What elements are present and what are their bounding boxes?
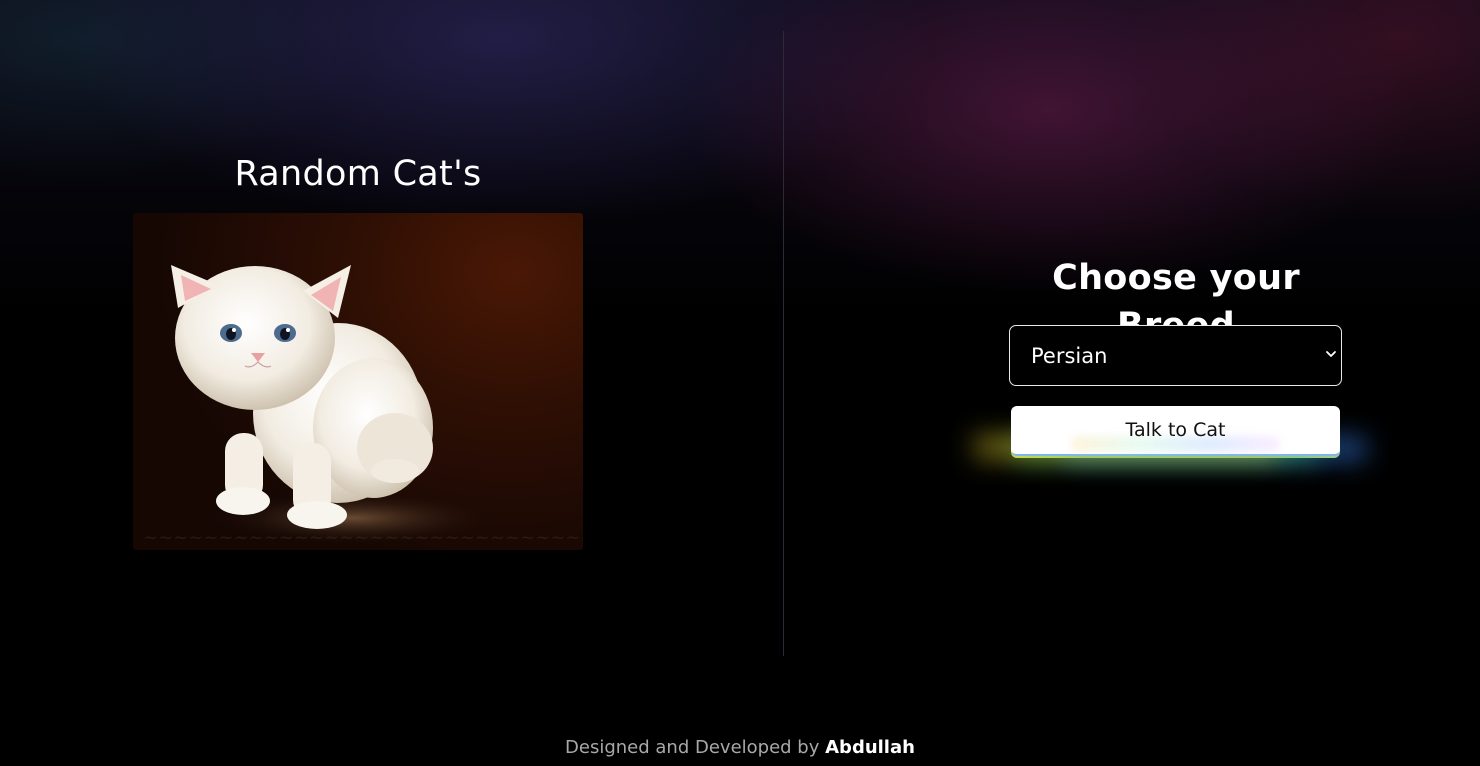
breed-select-value: Persian: [1031, 344, 1108, 368]
kitten-illustration: ~~~~~~~~~~~~~~~~~~~~~~~~~~~~~~~~~~: [143, 265, 583, 548]
breed-panel: Choose your Breed Persian Talk to Cat: [1000, 254, 1352, 456]
talk-to-cat-button[interactable]: Talk to Cat: [1011, 406, 1340, 456]
svg-text:~~~~~~~~~~~~~~~~~~~~~~~~~~~~~~: ~~~~~~~~~~~~~~~~~~~~~~~~~~~~~~~~~~: [143, 527, 583, 548]
breed-select[interactable]: Persian: [1009, 325, 1342, 386]
random-cat-title: Random Cat's: [234, 154, 482, 194]
footer-author: Abdullah: [825, 737, 915, 758]
footer: Designed and Developed by Abdullah: [0, 736, 1480, 760]
chevron-down-icon: [1326, 351, 1336, 357]
random-cat-panel: Random Cat's ~~~~~~~~~~~~~~~~~~~~~~~~~~~…: [133, 150, 583, 550]
footer-credit-text: Designed and Developed by: [565, 737, 820, 758]
cat-image: ~~~~~~~~~~~~~~~~~~~~~~~~~~~~~~~~~~: [133, 213, 583, 550]
vertical-divider: [783, 31, 784, 656]
talk-to-cat-label: Talk to Cat: [1125, 419, 1226, 441]
page: Random Cat's ~~~~~~~~~~~~~~~~~~~~~~~~~~~…: [0, 0, 1480, 766]
